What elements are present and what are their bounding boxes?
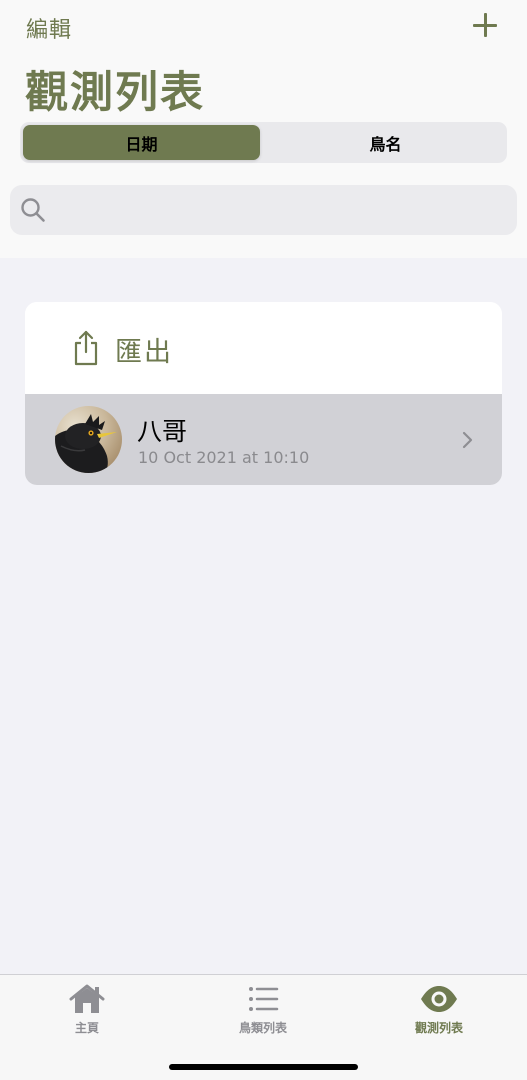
house-icon: [69, 984, 105, 1013]
home-indicator: [169, 1064, 358, 1070]
export-button[interactable]: 匯出: [25, 302, 502, 394]
share-icon: [74, 330, 98, 366]
eye-icon: [421, 986, 457, 1012]
list-icon: [249, 987, 279, 1011]
tab-bird-list[interactable]: 鳥類列表: [203, 983, 323, 1043]
add-observation-button[interactable]: [470, 10, 500, 40]
tab-home[interactable]: 主頁: [27, 983, 147, 1043]
segment-date[interactable]: 日期: [23, 125, 260, 160]
navigation-header: 編輯 觀測列表 日期 鳥名: [0, 0, 527, 258]
observation-list: 匯出 八哥 10 Oct 2021 at 10:10: [25, 302, 502, 485]
bird-name: 八哥: [137, 417, 188, 446]
bird-avatar: [55, 406, 122, 473]
observation-date: 10 Oct 2021 at 10:10: [138, 448, 310, 467]
edit-button[interactable]: 編輯: [26, 12, 72, 44]
export-label: 匯出: [115, 337, 173, 368]
observation-row[interactable]: 八哥 10 Oct 2021 at 10:10: [25, 394, 502, 485]
segment-bird-name[interactable]: 鳥名: [267, 125, 504, 160]
search-input[interactable]: [54, 185, 504, 235]
tab-observation-list[interactable]: 觀測列表: [379, 983, 499, 1043]
chevron-right-icon: [462, 431, 473, 449]
tab-home-label: 主頁: [74, 1021, 99, 1035]
search-icon: [21, 198, 45, 222]
page-title: 觀測列表: [25, 68, 205, 118]
myna-photo: [55, 406, 122, 473]
sort-segmented-control: 日期 鳥名: [20, 122, 507, 163]
search-bar[interactable]: [10, 185, 517, 235]
tab-bird-list-label: 鳥類列表: [238, 1021, 287, 1035]
tab-observation-list-label: 觀測列表: [414, 1021, 463, 1035]
